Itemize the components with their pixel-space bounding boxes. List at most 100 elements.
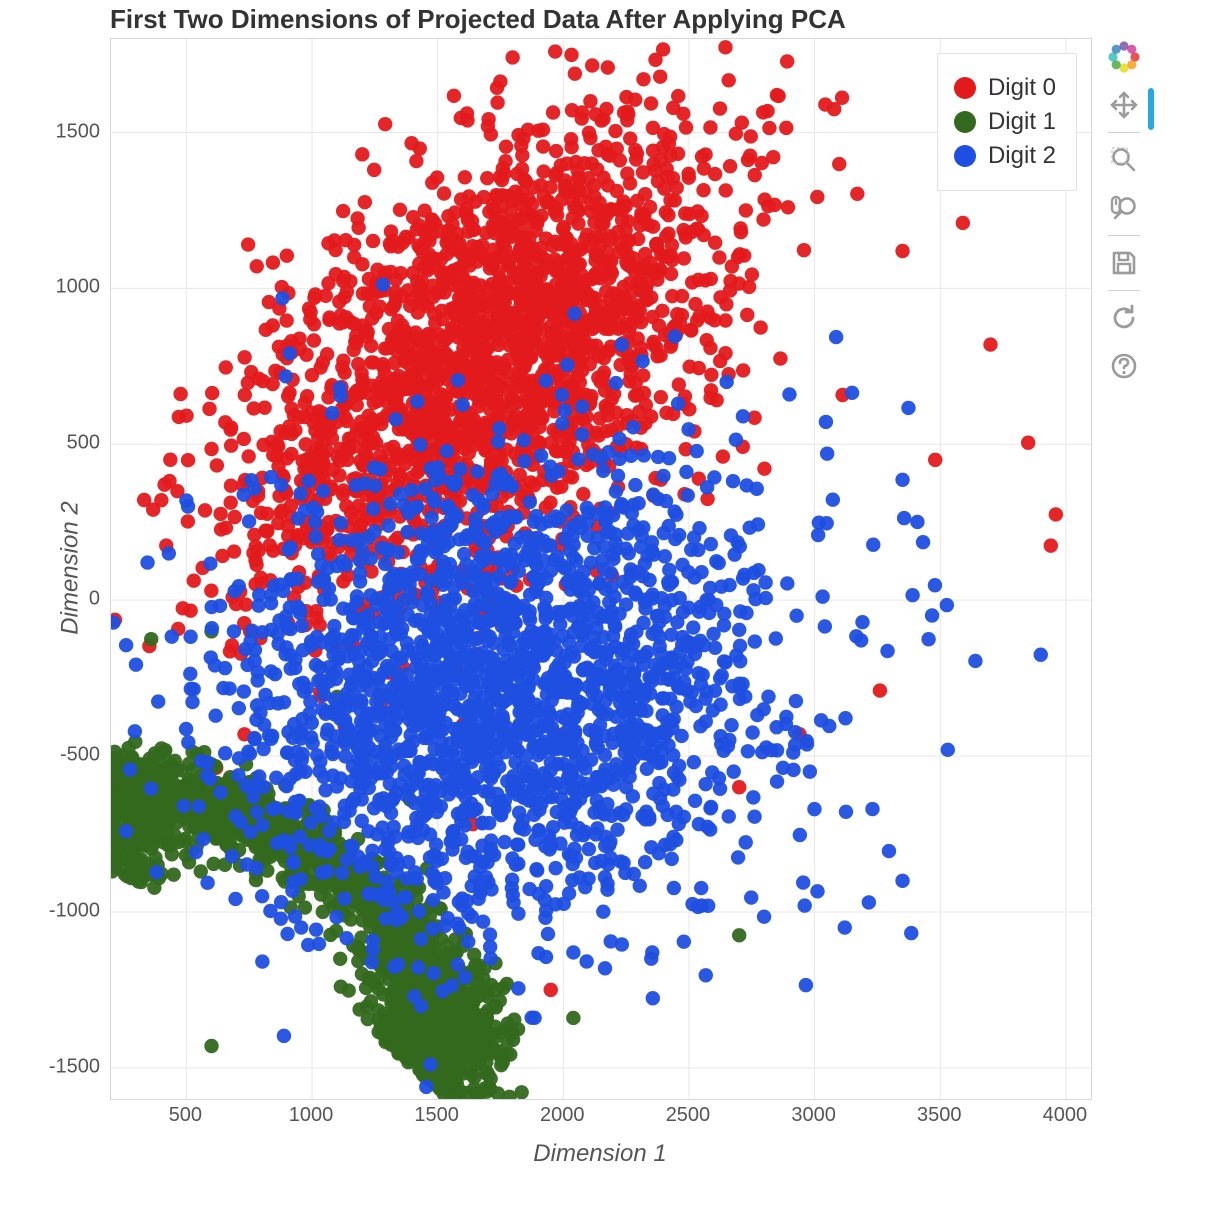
data-point (492, 285, 506, 299)
data-point (737, 248, 751, 262)
data-point (284, 447, 298, 461)
data-point (575, 427, 589, 441)
data-point (532, 435, 546, 449)
data-point (455, 269, 469, 283)
data-point (588, 271, 602, 285)
data-point (281, 389, 295, 403)
data-point (366, 502, 380, 516)
data-point (564, 48, 578, 62)
data-point (437, 186, 451, 200)
data-point (744, 890, 758, 904)
data-point (703, 341, 717, 355)
data-point (351, 954, 365, 968)
data-point (519, 174, 533, 188)
data-point (648, 53, 662, 67)
data-point (660, 170, 674, 184)
data-point (417, 204, 431, 218)
data-point (460, 106, 474, 120)
data-point (600, 344, 614, 358)
data-point (264, 596, 278, 610)
data-point (493, 74, 507, 88)
data-point (516, 198, 530, 212)
data-point (517, 433, 531, 447)
data-point (671, 89, 685, 103)
data-point (617, 106, 631, 120)
data-point (203, 556, 217, 570)
data-point (154, 741, 168, 755)
data-point (689, 444, 703, 458)
data-point (549, 444, 563, 458)
data-point (690, 204, 704, 218)
data-point (209, 832, 223, 846)
data-point (468, 433, 482, 447)
data-point (423, 362, 437, 376)
data-point (493, 1026, 507, 1040)
data-point (151, 815, 165, 829)
data-point (536, 164, 550, 178)
data-point (437, 403, 451, 417)
data-point (237, 432, 251, 446)
data-point (142, 765, 156, 779)
data-point (660, 250, 674, 264)
data-point (376, 277, 390, 291)
data-point (510, 345, 524, 359)
data-point (549, 144, 563, 158)
data-point (601, 60, 615, 74)
data-point (546, 105, 560, 119)
data-point (719, 297, 733, 311)
data-point (322, 310, 336, 324)
data-point (659, 229, 673, 243)
data-point (181, 453, 195, 467)
data-point (483, 1072, 497, 1086)
data-point (692, 309, 706, 323)
data-point (204, 1039, 218, 1053)
data-point (665, 852, 679, 866)
data-point (369, 306, 383, 320)
data-point (388, 297, 402, 311)
data-point (266, 543, 280, 557)
data-point (769, 631, 783, 645)
data-point (718, 40, 732, 54)
data-point (435, 999, 449, 1013)
data-point (873, 683, 887, 697)
data-point (394, 266, 408, 280)
data-point (619, 802, 633, 816)
data-point (378, 341, 392, 355)
data-point (703, 391, 717, 405)
data-point (757, 909, 771, 923)
data-point (423, 1057, 437, 1071)
data-point (684, 323, 698, 337)
plot-area[interactable]: Digit 0Digit 1Digit 2 (110, 38, 1092, 1100)
data-point (337, 365, 351, 379)
data-point (550, 255, 564, 269)
data-point (609, 484, 623, 498)
data-point (497, 835, 511, 849)
data-point (691, 222, 705, 236)
data-point (1021, 436, 1035, 450)
data-point (330, 449, 344, 463)
data-point (238, 388, 252, 402)
data-point (459, 206, 473, 220)
data-point (392, 1040, 406, 1054)
data-point (257, 718, 271, 732)
data-point (668, 329, 682, 343)
data-point (177, 799, 191, 813)
data-point (181, 776, 195, 790)
data-point (224, 438, 238, 452)
data-point (866, 538, 880, 552)
data-point (487, 395, 501, 409)
data-point (631, 331, 645, 345)
data-point (1049, 507, 1063, 521)
data-point (716, 449, 730, 463)
data-point (495, 234, 509, 248)
data-point (524, 475, 538, 489)
data-point (558, 173, 572, 187)
data-point (745, 267, 759, 281)
data-point (713, 354, 727, 368)
data-point (692, 361, 706, 375)
data-point (250, 259, 264, 273)
data-point (603, 203, 617, 217)
data-point (183, 630, 197, 644)
data-point (506, 1033, 520, 1047)
data-point (565, 194, 579, 208)
